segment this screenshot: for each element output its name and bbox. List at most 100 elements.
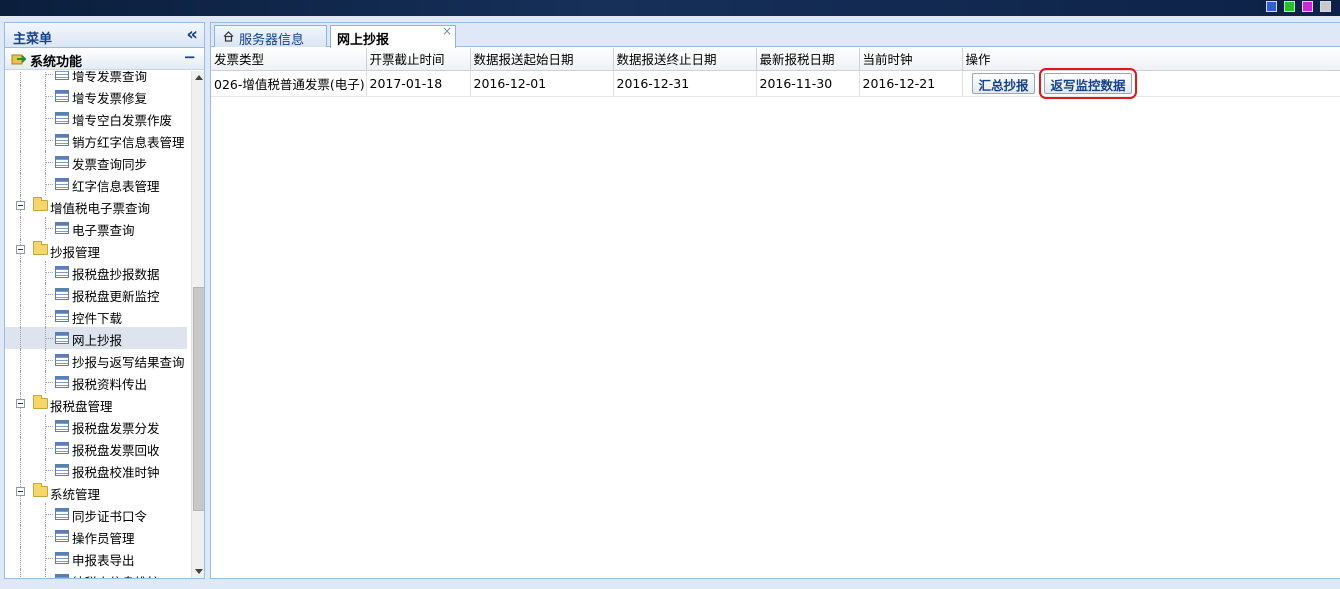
menu-item-label: 系统管理 — [50, 487, 101, 502]
menu-item[interactable]: 报税盘发票分发 — [5, 415, 187, 437]
tree-connector — [20, 261, 21, 283]
tab-online-copy-report[interactable]: 网上抄报 × — [330, 24, 456, 48]
close-icon[interactable]: × — [442, 24, 452, 38]
collapse-toggle-icon[interactable] — [16, 487, 25, 496]
tab-server-info[interactable]: 服务器信息 — [214, 25, 327, 48]
tree-connector — [20, 503, 21, 525]
scroll-thumb[interactable] — [193, 287, 204, 511]
col-header-invoice-type[interactable]: 发票类型 — [211, 48, 367, 71]
section-system-functions[interactable]: 系统功能 − — [5, 48, 204, 70]
menu-folder[interactable]: 增值税电子票查询 — [5, 195, 187, 217]
tree-connector — [45, 228, 53, 229]
menu-item-label: 报税盘校准时钟 — [72, 465, 160, 480]
tree-connector — [20, 85, 21, 107]
menu-item-label: 网上抄报 — [72, 333, 123, 348]
main-menu-title: 主菜单 — [13, 32, 53, 47]
document-icon — [55, 156, 69, 168]
folder-icon — [33, 197, 48, 211]
col-header-current-clock[interactable]: 当前时钟 — [859, 48, 963, 71]
writeback-monitor-data-button[interactable]: 返写监控数据 — [1039, 67, 1137, 99]
menu-item-label: 报税盘抄报数据 — [72, 267, 160, 282]
tree-connector — [20, 547, 21, 569]
collapse-toggle-icon[interactable] — [16, 399, 25, 408]
menu-tree: 增专发票查询 增专发票修复 增专空白发票作废 销方红字信息表管理发票查询同步 红字信息表… — [5, 71, 187, 578]
window-square-magenta[interactable] — [1302, 1, 1313, 12]
menu-scrollbar[interactable] — [191, 71, 204, 578]
menu-folder[interactable]: 系统管理 — [5, 481, 187, 503]
menu-item-label: 抄报与返写结果查询 — [72, 355, 185, 370]
tree-connector — [45, 96, 53, 97]
menu-item[interactable]: 增专空白发票作废 — [5, 107, 187, 129]
menu-item-label: 控件下载 — [72, 311, 123, 326]
menu-item[interactable]: 申报表导出 — [5, 547, 187, 569]
tree-connector — [20, 129, 21, 151]
menu-item[interactable]: 增专发票查询 — [5, 71, 187, 85]
main-menu-header: 主菜单 « — [5, 23, 204, 48]
window-square-gray[interactable] — [1320, 1, 1331, 12]
menu-item[interactable]: 同步证书口令 — [5, 503, 187, 525]
collapse-toggle-icon[interactable] — [16, 201, 25, 210]
window-square-green[interactable] — [1284, 1, 1295, 12]
menu-folder[interactable]: 抄报管理 — [5, 239, 187, 261]
document-icon — [55, 266, 69, 278]
menu-item[interactable]: 发票查询同步 — [5, 151, 187, 173]
content-panel: 服务器信息 网上抄报 × 发票类型 开票截止时间 数据报送起始日期 数据报送终止… — [210, 22, 1340, 579]
document-icon — [55, 112, 69, 124]
document-icon — [55, 222, 69, 234]
menu-item[interactable]: 纳税人信息维护 — [5, 569, 187, 578]
menu-item[interactable]: 报税资料传出 — [5, 371, 187, 393]
menu-item[interactable]: 电子票查询 — [5, 217, 187, 239]
scroll-down-icon[interactable] — [195, 569, 203, 574]
tree-connector — [45, 448, 53, 449]
menu-item-label: 报税资料传出 — [72, 377, 148, 392]
menu-item-label: 发票查询同步 — [72, 157, 148, 172]
tree-connector — [45, 294, 53, 295]
menu-item[interactable]: 报税盘发票回收 — [5, 437, 187, 459]
menu-item[interactable]: 报税盘校准时钟 — [5, 459, 187, 481]
window-square-blue[interactable] — [1266, 1, 1277, 12]
top-banner — [0, 0, 1340, 16]
scroll-up-icon[interactable] — [195, 75, 203, 80]
col-header-report-end[interactable]: 数据报送终止日期 — [613, 48, 757, 71]
summary-copy-report-button[interactable]: 汇总抄报 — [972, 72, 1035, 94]
tree-connector — [20, 371, 21, 393]
tree-connector — [45, 470, 53, 471]
col-header-issue-deadline[interactable]: 开票截止时间 — [366, 48, 471, 71]
tree-connector — [45, 382, 53, 383]
menu-item[interactable]: 操作员管理 — [5, 525, 187, 547]
col-header-actions: 操作 — [962, 48, 1340, 71]
cell-report-start: 2016-12-01 — [470, 70, 614, 97]
system-functions-icon — [11, 54, 26, 65]
tree-connector — [45, 536, 53, 537]
menu-item[interactable]: 销方红字信息表管理 — [5, 129, 187, 151]
tree-connector — [20, 415, 21, 437]
menu-item-label: 报税盘发票分发 — [72, 421, 160, 436]
document-icon — [55, 332, 69, 344]
menu-item[interactable]: 增专发票修复 — [5, 85, 187, 107]
menu-item[interactable]: 报税盘更新监控 — [5, 283, 187, 305]
tree-connector — [45, 360, 53, 361]
menu-item[interactable]: 抄报与返写结果查询 — [5, 349, 187, 371]
tree-connector — [20, 459, 21, 481]
menu-item[interactable]: 网上抄报 — [5, 327, 187, 349]
menu-item-label: 申报表导出 — [72, 553, 135, 568]
cell-issue-deadline: 2017-01-18 — [366, 70, 471, 97]
tab-label: 网上抄报 — [337, 33, 390, 48]
tree-connector — [45, 184, 53, 185]
collapse-toggle-icon[interactable] — [16, 245, 25, 254]
document-icon — [55, 508, 69, 520]
document-icon — [55, 178, 69, 190]
col-header-report-start[interactable]: 数据报送起始日期 — [470, 48, 614, 71]
tree-connector — [20, 349, 21, 371]
menu-folder[interactable]: 报税盘管理 — [5, 393, 187, 415]
menu-item[interactable]: 红字信息表管理 — [5, 173, 187, 195]
section-title: 系统功能 — [30, 55, 83, 70]
section-collapse-icon[interactable]: − — [183, 48, 196, 66]
document-icon — [55, 530, 69, 542]
col-header-latest-tax-date[interactable]: 最新报税日期 — [756, 48, 860, 71]
menu-item[interactable]: 报税盘抄报数据 — [5, 261, 187, 283]
table-row[interactable]: 026-增值税普通发票(电子) 2017-01-18 2016-12-01 20… — [211, 67, 1340, 99]
menu-item[interactable]: 控件下载 — [5, 305, 187, 327]
menu-item-label: 增专发票查询 — [72, 71, 148, 84]
collapse-left-icon[interactable]: « — [186, 24, 198, 45]
